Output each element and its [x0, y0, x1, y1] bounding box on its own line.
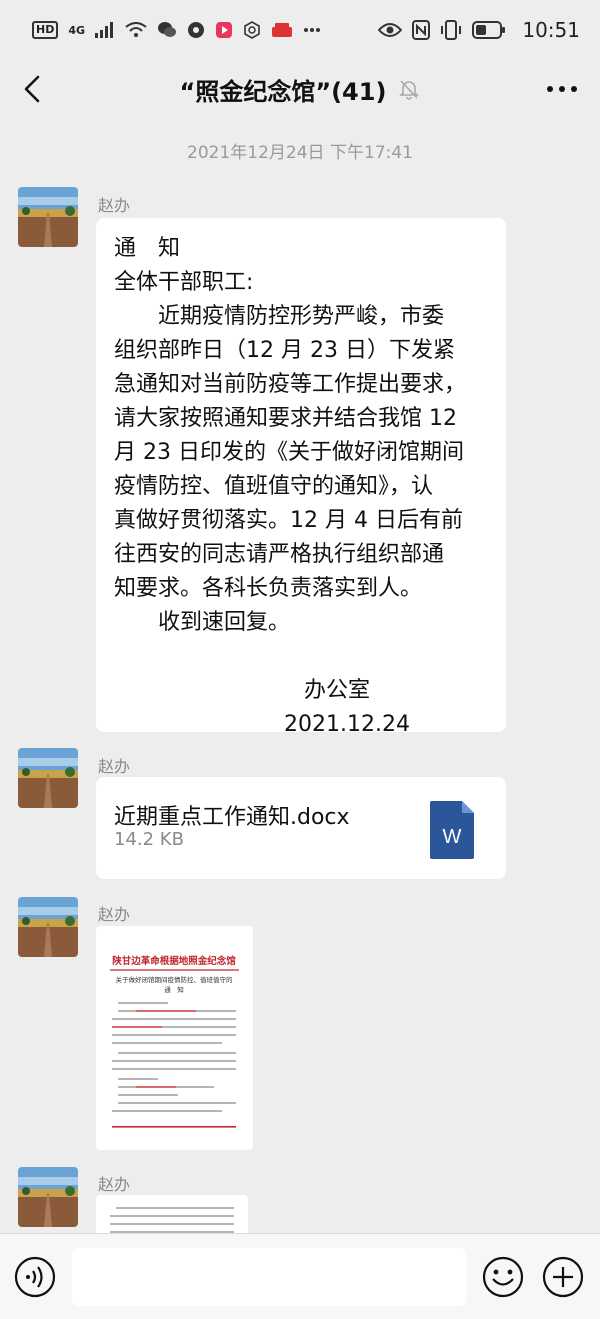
text-message-bubble[interactable]: 通 知 全体干部职工: 近期疫情防控形势严峻，市委 组织部昨日（12 月 23 …: [96, 218, 506, 737]
sender-name: 赵办: [98, 757, 131, 776]
sender-avatar[interactable]: [18, 897, 78, 957]
document-image-message[interactable]: [96, 1195, 248, 1235]
browser-icon: [188, 22, 205, 38]
message-input[interactable]: [72, 1248, 466, 1306]
document-thumbnail: 陕甘边革命根据地照金纪念馆 关于做好闭馆期间疫情防控、值班值守的 通 知: [96, 926, 253, 1150]
notice-line: 往西安的同志请严格执行组织部通: [114, 542, 445, 567]
notice-line: 月 23 日印发的《关于做好闭馆期间: [114, 440, 464, 465]
notice-line: 近期疫情防控形势严峻，市委: [114, 304, 445, 329]
chat-title: “照金纪念馆”(41): [179, 77, 387, 106]
wechat-icon: [158, 22, 177, 37]
notice-line: 全体干部职工:: [114, 270, 254, 295]
document-thumbnail: [96, 1195, 248, 1235]
avatar-image: [18, 897, 78, 957]
video-icon: [216, 22, 233, 38]
more-icon: [547, 86, 577, 92]
plus-icon: [542, 1256, 584, 1298]
emoji-icon: [482, 1256, 524, 1298]
notice-sign-office: 办公室: [304, 678, 371, 703]
document-image-message[interactable]: 陕甘边革命根据地照金纪念馆 关于做好闭馆期间疫情防控、值班值守的 通 知: [96, 926, 253, 1150]
notice-line: 收到速回复。: [114, 610, 291, 635]
chat-timestamp: 2021年12月24日 下午17:41: [187, 143, 413, 163]
notice-line: 疫情防控、值班值守的通知》，认: [114, 474, 434, 499]
more-button[interactable]: [542, 70, 582, 108]
doc-subtitle: 关于做好闭馆期间疫情防控、值班值守的: [116, 975, 234, 984]
eye-icon: [378, 23, 403, 37]
notice-spacer: [114, 640, 488, 674]
word-file-letter: W: [443, 826, 462, 848]
more-dots-icon: [304, 28, 321, 32]
sender-name: 赵办: [98, 196, 131, 215]
hexagon-app-icon: [244, 21, 260, 39]
sender-name: 赵办: [98, 905, 131, 924]
avatar-image: [18, 1167, 78, 1227]
nfc-icon: [412, 20, 431, 40]
vibrate-icon: [441, 20, 462, 40]
status-left: HD 4G: [32, 21, 321, 39]
network-4g-label: 4G: [68, 23, 86, 37]
sender-avatar[interactable]: [18, 1167, 78, 1227]
back-icon: [24, 75, 40, 103]
notice-line: 急通知对当前防疫等工作提出要求，: [114, 372, 467, 397]
notice-text: 通 知 全体干部职工: 近期疫情防控形势严峻，市委 组织部昨日（12 月 23 …: [96, 218, 506, 754]
file-message-bubble[interactable]: 近期重点工作通知.docx 14.2 KB W: [96, 777, 506, 879]
voice-button[interactable]: [14, 1256, 56, 1298]
plus-button[interactable]: [542, 1256, 584, 1298]
clock-time: 10:51: [522, 18, 580, 42]
status-right: 10:51: [378, 18, 580, 42]
chat-input-bar: [0, 1233, 600, 1319]
back-button[interactable]: [14, 70, 50, 108]
doc-heading: 通 知: [164, 985, 184, 994]
avatar-image: [18, 187, 78, 247]
shop-app-icon: [272, 23, 293, 37]
doc-title: 陕甘边革命根据地照金纪念馆: [112, 955, 236, 967]
sender-avatar[interactable]: [18, 748, 78, 808]
notice-line: 组织部昨日（12 月 23 日）下发紧: [114, 338, 455, 363]
notice-line: 请大家按照通知要求并结合我馆 12: [114, 406, 457, 431]
notice-line: 知要求。各科长负责落实到人。: [114, 576, 423, 601]
wifi-icon: [125, 22, 147, 37]
avatar-image: [18, 748, 78, 808]
word-file-icon: W: [430, 801, 474, 859]
signal-icon: [95, 22, 114, 38]
voice-icon: [14, 1256, 56, 1298]
notice-line: 真做好贯彻落实。12 月 4 日后有前: [114, 508, 463, 533]
notice-line: 通 知: [114, 236, 181, 261]
notice-sign-date: 2021.12.24: [284, 712, 410, 737]
hd-badge: HD: [32, 21, 59, 39]
status-bar: HD 4G 10:51: [0, 0, 600, 60]
file-name: 近期重点工作通知.docx: [114, 805, 350, 830]
sender-name: 赵办: [98, 1175, 131, 1194]
sender-avatar[interactable]: [18, 187, 78, 247]
chat-header: “照金纪念馆”(41): [0, 60, 600, 118]
mute-bell-icon: [398, 78, 420, 100]
emoji-button[interactable]: [482, 1256, 524, 1298]
file-size: 14.2 KB: [114, 829, 184, 850]
battery-icon: [472, 21, 506, 39]
